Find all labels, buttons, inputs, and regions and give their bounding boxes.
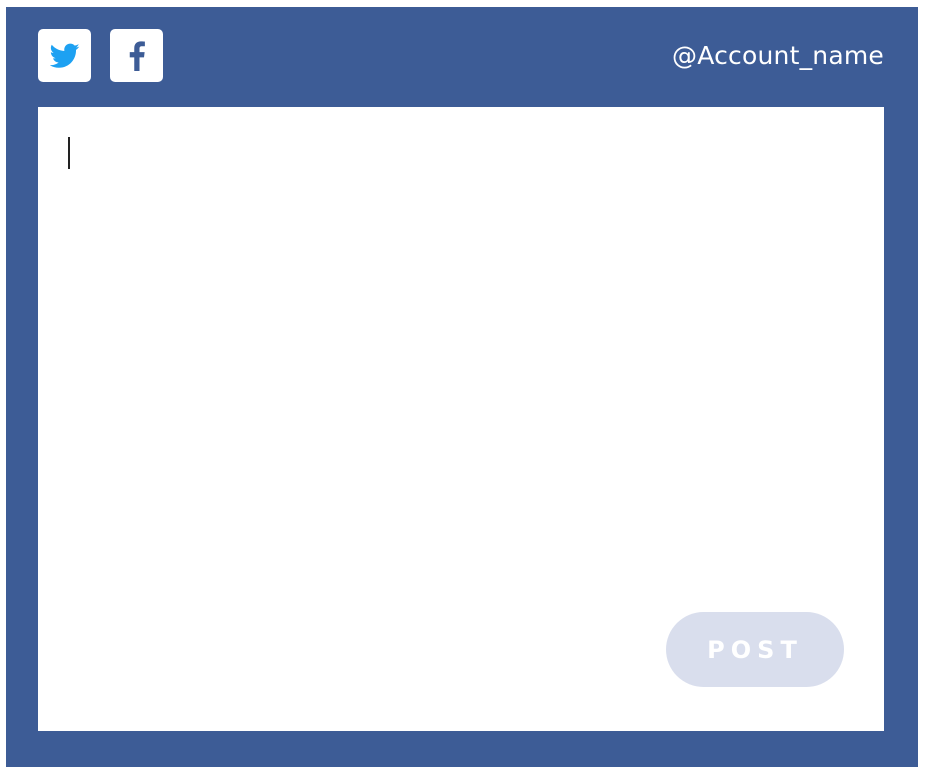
account-name: @Account_name (672, 41, 884, 70)
post-button[interactable]: POST (666, 612, 844, 687)
post-text-input[interactable] (66, 131, 860, 595)
post-composer-panel: @Account_name POST (6, 7, 918, 767)
post-editor: POST (38, 107, 884, 731)
twitter-button[interactable] (38, 29, 91, 82)
facebook-button[interactable] (110, 29, 163, 82)
facebook-f-icon (129, 40, 145, 71)
twitter-bird-icon (49, 43, 80, 69)
